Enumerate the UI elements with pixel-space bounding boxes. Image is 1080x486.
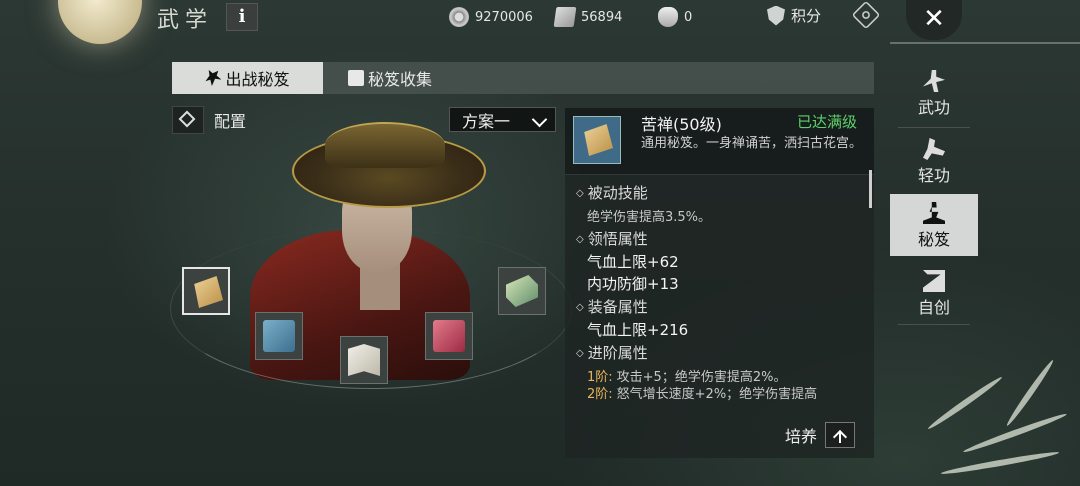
open-book-icon <box>348 344 380 376</box>
ticket-value: 56894 <box>581 9 623 25</box>
tab-bar: 出战秘笈 秘笈收集 <box>172 62 874 94</box>
tab-battle-manuals[interactable]: 出战秘笈 <box>172 62 323 94</box>
green-scroll-icon <box>506 275 538 307</box>
golden-scroll-icon <box>584 124 613 156</box>
manual-description: 通用秘笈。一身禅诵苦，洒扫古花宫。 <box>641 136 863 151</box>
advance-level: 2阶: <box>587 387 613 402</box>
golden-scroll-icon <box>194 276 223 308</box>
train-button[interactable] <box>825 422 856 448</box>
self-create-icon <box>923 270 945 292</box>
side-nav-label: 自创 <box>917 298 950 317</box>
advance-title: 进阶属性 <box>576 342 648 363</box>
config-icon <box>172 106 204 134</box>
train-label: 培养 <box>785 427 818 446</box>
side-nav-item-qinggong[interactable]: 轻功 <box>890 130 978 192</box>
settings-icon[interactable] <box>851 0 881 30</box>
comprehend-title: 领悟属性 <box>576 228 648 249</box>
detail-header: 苦禅(50级) 已达满级 通用秘笈。一身禅诵苦，洒扫古花宫。 <box>565 108 874 175</box>
side-nav-item-zichuang[interactable]: 自创 <box>890 262 978 324</box>
points-button[interactable]: 积分 <box>767 5 821 26</box>
tab-label: 出战秘笈 <box>225 70 290 89</box>
points-label: 积分 <box>791 7 822 25</box>
bamboo-decoration <box>900 358 1080 486</box>
manual-slot-1[interactable] <box>182 267 230 315</box>
bamboo-leaf <box>926 374 1004 432</box>
coin-value: 9270006 <box>475 9 533 25</box>
side-nav-item-wugong[interactable]: 武功 <box>890 62 978 124</box>
fighter-icon <box>205 70 222 86</box>
book-icon <box>348 70 364 86</box>
chevron-down-icon <box>531 111 548 128</box>
side-nav-label: 轻功 <box>917 166 950 185</box>
character-hat-crown <box>325 122 445 168</box>
lightness-skill-icon <box>923 138 945 160</box>
side-nav-label: 武功 <box>917 98 950 117</box>
manual-detail-panel: 苦禅(50级) 已达满级 通用秘笈。一身禅诵苦，洒扫古花宫。 被动技能 绝学伤害… <box>565 108 874 458</box>
top-divider <box>890 42 1080 44</box>
tab-label: 秘笈收集 <box>368 70 433 89</box>
manual-slot-5[interactable] <box>498 267 546 315</box>
side-nav-divider <box>898 127 970 128</box>
martial-arts-icon <box>923 70 945 92</box>
manual-name: 苦禅(50级) <box>641 115 722 134</box>
advance-text: 怒气增长速度+2%；绝学伤害提高 <box>616 387 818 402</box>
bamboo-leaf <box>940 449 1060 477</box>
equip-title: 装备属性 <box>576 296 648 317</box>
manual-slot-4[interactable] <box>425 312 473 360</box>
max-level-badge: 已达满级 <box>797 113 858 131</box>
bamboo-leaf <box>1004 358 1056 428</box>
detail-scrollbar[interactable] <box>869 170 872 208</box>
comprehend-stat: 内功防御+13 <box>587 275 679 293</box>
comprehend-stat: 气血上限+62 <box>587 253 679 271</box>
sack-icon <box>658 7 678 27</box>
manual-slot-3[interactable] <box>340 336 388 384</box>
blue-book-icon <box>263 320 295 352</box>
page-title: 武学 <box>157 8 214 33</box>
detail-icon <box>573 116 621 164</box>
meditation-icon <box>923 202 945 224</box>
info-button[interactable]: i <box>226 3 258 31</box>
top-bar: 武学 i 9270006 56894 0 积分 ✕ <box>0 0 1080 40</box>
manual-slot-2[interactable] <box>255 312 303 360</box>
red-book-icon <box>433 320 465 352</box>
advance-row: 2阶: 怒气增长速度+2%；绝学伤害提高 <box>587 383 817 402</box>
side-nav-label: 秘笈 <box>917 230 950 249</box>
ticket-icon <box>553 7 577 27</box>
currency-ticket: 56894 <box>553 6 623 28</box>
passive-skill-text: 绝学伤害提高3.5%。 <box>587 210 712 225</box>
currency-coin: 9270006 <box>449 6 533 28</box>
train-row: 培养 <box>785 422 856 448</box>
side-nav-item-miji[interactable]: 秘笈 <box>890 194 978 256</box>
equip-stat: 气血上限+216 <box>587 321 689 339</box>
currency-sack: 0 <box>658 6 692 28</box>
tab-manual-collection[interactable]: 秘笈收集 <box>348 62 432 94</box>
shield-icon <box>767 5 785 26</box>
passive-skill-title: 被动技能 <box>576 182 648 203</box>
sack-value: 0 <box>684 9 693 25</box>
coin-icon <box>449 7 469 27</box>
side-nav-divider <box>898 324 970 325</box>
